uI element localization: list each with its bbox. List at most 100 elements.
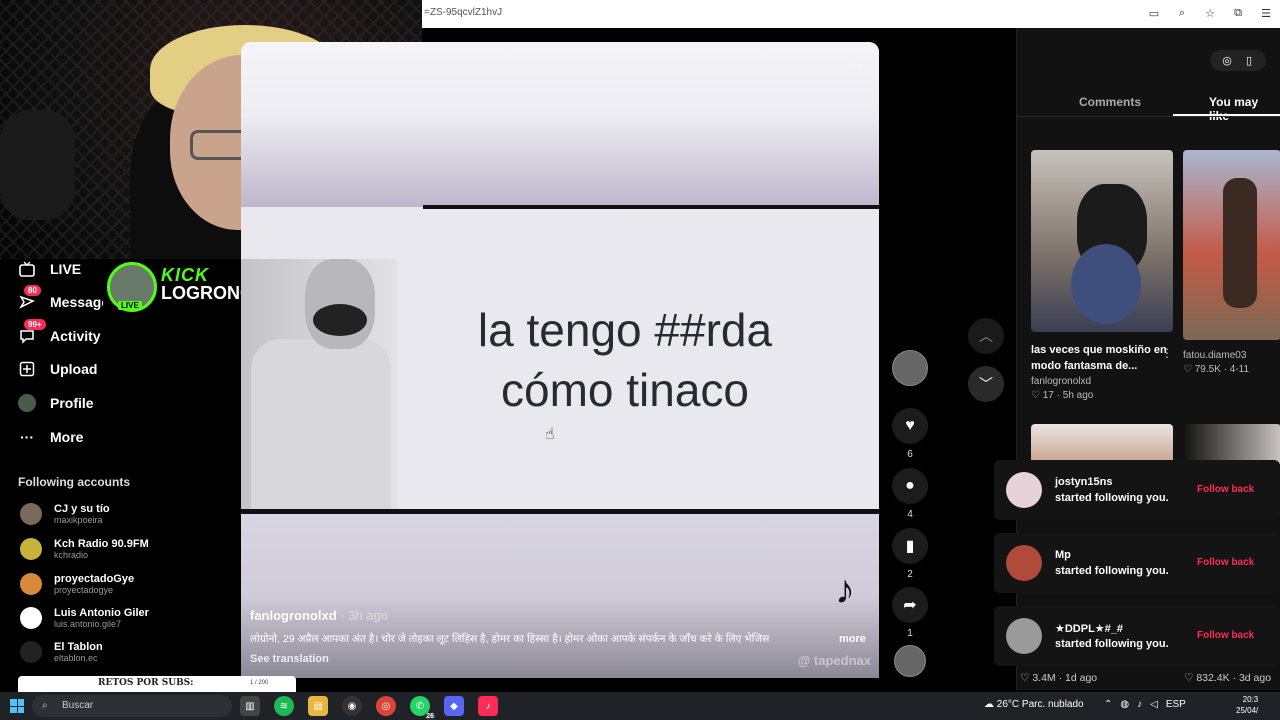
microphone-image [0, 110, 75, 220]
music-disc-icon [894, 645, 926, 677]
extensions-icon[interactable]: ⧉ [1230, 5, 1246, 21]
system-tray: ⌃ ◍ ♪ ◁ ESP [1104, 699, 1186, 710]
avatar [892, 350, 928, 386]
video-thumbnail[interactable] [1031, 150, 1173, 332]
next-video-button[interactable]: ﹀ [968, 366, 1004, 402]
language-indicator[interactable]: ESP [1166, 699, 1186, 710]
follow-notification[interactable]: jostyn15ns started following you. Follow… [994, 460, 1280, 520]
tiktok-logo-icon: ♪ [835, 568, 855, 612]
sidebar-item-upload[interactable]: Upload [18, 360, 97, 378]
like-button[interactable]: ♥ 6 [892, 408, 928, 460]
creator-avatar-button[interactable] [892, 350, 928, 386]
avatar [20, 503, 42, 525]
video-player[interactable]: la tengo ##rda cómo tinaco ··· ♪ fanlogr… [241, 42, 879, 678]
mouse-cursor-icon: ☝ [545, 426, 555, 443]
comment-icon: ● [892, 468, 928, 504]
video-thumbnail[interactable] [1183, 424, 1280, 464]
follow-notification[interactable]: Mp started following you. Follow back [994, 533, 1280, 593]
windows-start-icon[interactable] [10, 699, 24, 713]
video-description: लोग्रोनो, 29 अप्रैल आपका अंत है। चोर जे … [250, 633, 770, 645]
follow-back-button[interactable]: Follow back [1197, 630, 1254, 641]
sidebar-item-label: Upload [50, 361, 98, 377]
tray-chevron-icon[interactable]: ⌃ [1104, 699, 1112, 710]
file-explorer-icon[interactable]: ▤ [308, 696, 328, 716]
taskbar-apps: ▥ ≋ ▤ ◉ ◎ ✆ 26 ◆ ♪ [240, 696, 498, 720]
volume-icon[interactable]: ◁ [1150, 699, 1158, 710]
spotify-icon[interactable]: ≋ [274, 696, 294, 716]
mic-icon[interactable]: ♪ [1137, 699, 1142, 710]
reading-list-icon[interactable]: ☰ [1258, 5, 1274, 21]
follow-back-button[interactable]: Follow back [1197, 484, 1254, 495]
sidebar-item-more[interactable]: ··· More [18, 428, 83, 446]
avatar [1006, 545, 1042, 581]
discord-icon[interactable]: ◆ [444, 696, 464, 716]
compass-icon[interactable]: ◎ [1218, 54, 1236, 67]
sidebar-item-live[interactable]: LIVE [18, 260, 81, 278]
comment-button[interactable]: ● 4 [892, 468, 928, 520]
card-stats-row: ♡ 3.4M · 1d ago ♡ 832.4K · 3d ago [1020, 672, 1272, 684]
more-icon: ··· [20, 429, 34, 445]
video-more-options-icon[interactable]: ··· [847, 56, 863, 74]
share-button[interactable]: ➦ 1 [892, 587, 928, 639]
following-account[interactable]: proyectadoGye proyectadogye [20, 573, 134, 595]
sidebar-item-label: Message [50, 294, 110, 310]
sidebar-item-message[interactable]: 80 Message [18, 285, 110, 311]
avatar [20, 641, 42, 663]
sidebar-item-activity[interactable]: 99+ Activity [18, 319, 101, 345]
see-translation-link[interactable]: See translation [250, 653, 329, 665]
video-thumbnail[interactable] [1031, 424, 1173, 464]
clock[interactable]: 20:3 25/04/ [1236, 694, 1258, 716]
card-options-icon[interactable]: ⋮ [1161, 346, 1173, 360]
following-accounts-title: Following accounts [18, 475, 131, 489]
following-account[interactable]: Luis Antonio Giler luis.antonio.gile7 [20, 607, 149, 629]
tiktok-app-icon[interactable]: ♪ [478, 696, 498, 716]
obs-icon[interactable]: ◉ [342, 696, 362, 716]
chrome-icon[interactable]: ◎ [376, 696, 396, 716]
message-icon: 80 [18, 285, 41, 311]
tab-comments[interactable]: Comments [1079, 95, 1141, 109]
live-tv-icon [18, 260, 36, 278]
video-thumbnail[interactable] [1183, 150, 1280, 340]
task-view-icon[interactable]: ▥ [240, 696, 260, 716]
meme-character-image [241, 259, 397, 509]
recommended-video-card[interactable]: las veces que moskiño en modo fantasma d… [1031, 150, 1173, 401]
taskbar-search-box[interactable]: ⌕ Buscar [32, 695, 232, 717]
windows-taskbar: ⌕ Buscar ▥ ≋ ▤ ◉ ◎ ✆ 26 ◆ ♪ ☁ 26°C Parc. … [0, 692, 1280, 720]
search-icon: ⌕ [42, 700, 48, 711]
more-link[interactable]: more [839, 633, 866, 645]
sidebar-item-label: Profile [50, 395, 94, 411]
bookmark-icon: ▮ [892, 528, 928, 564]
zoom-icon[interactable]: ⌕ [1174, 5, 1190, 21]
bookmark-star-icon[interactable]: ☆ [1202, 5, 1218, 21]
save-button[interactable]: ▮ 2 [892, 528, 928, 580]
music-disc-button[interactable] [892, 645, 928, 677]
follow-notification[interactable]: ★DDPL★#_# started following you. Follow … [994, 606, 1280, 666]
follow-back-button[interactable]: Follow back [1197, 557, 1254, 568]
subs-goal-title: RETOS POR SUBS: [98, 678, 194, 688]
following-account[interactable]: El Tablon eltablon.ec [20, 641, 103, 663]
share-icon: ➦ [892, 587, 928, 623]
activity-icon: 99+ [18, 319, 46, 345]
sidebar: LIVE 80 Message 99+ Activity Upload Prof… [0, 259, 240, 689]
weather-widget[interactable]: ☁ 26°C Parc. nublado [984, 699, 1084, 710]
phone-icon[interactable]: ▯ [1240, 54, 1258, 67]
cast-icon[interactable]: ▭ [1146, 5, 1162, 21]
avatar [20, 607, 42, 629]
browser-address-bar[interactable]: =ZS-95qcvlZ1hvJ ▭ ⌕ ☆ ⧉ ☰ [422, 0, 1280, 28]
previous-video-button[interactable]: ︿ [968, 318, 1004, 354]
chevron-down-icon: ﹀ [979, 376, 993, 392]
tab-you-may-like[interactable]: You may like [1209, 95, 1280, 123]
following-account[interactable]: CJ y su tío maxikpoeira [20, 503, 110, 525]
recommended-video-card[interactable]: fatou.diame03 ♡ 79.5K · 4-11 [1183, 150, 1280, 375]
avatar [20, 538, 42, 560]
url-text[interactable]: =ZS-95qcvlZ1hvJ [424, 7, 502, 18]
following-account[interactable]: Kch Radio 90.9FM kchradio [20, 538, 149, 560]
video-author[interactable]: fanlogronolxd · 3h ago [250, 608, 388, 623]
whatsapp-icon[interactable]: ✆ 26 [410, 696, 436, 720]
avatar [1006, 472, 1042, 508]
avatar [20, 573, 42, 595]
network-icon[interactable]: ◍ [1120, 699, 1129, 710]
heart-icon: ♥ [892, 408, 928, 444]
sidebar-item-profile[interactable]: Profile [18, 394, 94, 412]
active-tab-indicator [1173, 114, 1280, 116]
